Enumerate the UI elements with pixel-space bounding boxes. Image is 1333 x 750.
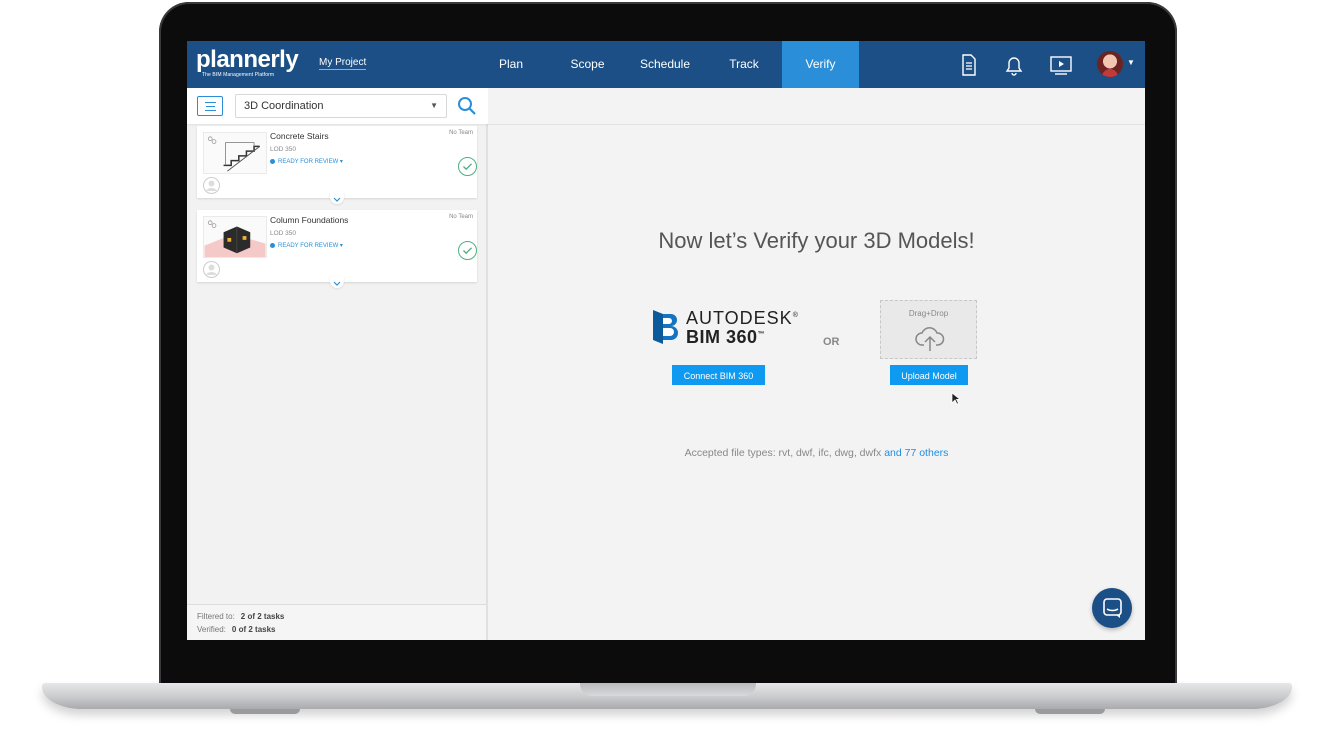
- avatar-caret-icon[interactable]: ▼: [1127, 58, 1135, 67]
- task-lod: LOD 350: [270, 230, 297, 237]
- expand-chevron-button[interactable]: [330, 192, 344, 204]
- project-link[interactable]: My Project: [319, 57, 367, 70]
- chevron-down-icon: [333, 197, 341, 202]
- user-avatar[interactable]: [1097, 51, 1123, 77]
- bim360-wordmark: BIM 360™: [686, 327, 765, 348]
- chevron-down-icon: [333, 281, 341, 286]
- divider: [488, 124, 1145, 125]
- autodesk-b-icon: [653, 310, 678, 344]
- page-title: Now let’s Verify your 3D Models!: [658, 228, 975, 253]
- cloud-upload-icon: [915, 327, 945, 351]
- status-dot-icon: [270, 242, 275, 248]
- filter-dropdown-value: 3D Coordination: [244, 100, 324, 112]
- filtered-label: Filtered to:: [197, 612, 235, 621]
- upload-model-button[interactable]: Upload Model: [890, 365, 968, 385]
- chevron-down-icon: ▼: [430, 101, 438, 110]
- laptop-notch: [580, 683, 756, 696]
- connect-bim360-button[interactable]: Connect BIM 360: [672, 365, 765, 385]
- task-status[interactable]: READY FOR REVIEW ▾: [270, 158, 343, 165]
- tab-schedule[interactable]: Schedule: [635, 41, 695, 88]
- document-icon[interactable]: [957, 53, 981, 77]
- laptop-foot: [230, 709, 300, 714]
- registered-mark: ®: [792, 312, 799, 319]
- task-title: Column Foundations: [270, 215, 349, 225]
- brand-wordmark: plannerly: [196, 46, 299, 73]
- verified-row: Verified: 0 of 2 tasks: [197, 625, 275, 634]
- task-status[interactable]: READY FOR REVIEW ▾: [270, 242, 343, 249]
- drag-drop-zone[interactable]: Drag+Drop: [880, 300, 977, 359]
- verified-label: Verified:: [197, 625, 226, 634]
- mouse-cursor-icon: [951, 392, 961, 405]
- tab-scope[interactable]: Scope: [563, 41, 612, 88]
- check-icon[interactable]: [458, 241, 477, 260]
- task-card[interactable]: Column Foundations LOD 350 READY FOR REV…: [197, 210, 477, 288]
- task-sidebar: 3D Coordination ▼ Concrete Stairs LOD 35…: [187, 88, 523, 640]
- app-screen: plannerly The BIM Management Platform My…: [187, 41, 1145, 640]
- brand-logo[interactable]: plannerly The BIM Management Platform: [196, 46, 299, 79]
- status-dot-icon: [270, 158, 275, 164]
- task-status-label: READY FOR REVIEW ▾: [278, 243, 343, 249]
- video-tutorial-icon[interactable]: [1049, 53, 1073, 77]
- filter-toolbar: 3D Coordination ▼: [187, 88, 523, 124]
- filter-dropdown[interactable]: 3D Coordination ▼: [235, 94, 447, 118]
- tab-verify[interactable]: Verify: [782, 41, 859, 88]
- chat-support-button[interactable]: [1092, 588, 1132, 628]
- task-title: Concrete Stairs: [270, 131, 329, 141]
- bell-icon[interactable]: [1002, 53, 1026, 77]
- autodesk-wordmark: AUTODESK®: [686, 308, 799, 329]
- verify-main-panel: Now let’s Verify your 3D Models! AUTODES…: [488, 88, 1145, 640]
- menu-line-icon: [205, 110, 216, 111]
- user-placeholder-icon[interactable]: [203, 261, 220, 278]
- expand-chevron-button[interactable]: [330, 276, 344, 288]
- top-navigation: plannerly The BIM Management Platform My…: [187, 41, 1145, 88]
- or-separator: OR: [823, 336, 840, 348]
- tab-track[interactable]: Track: [721, 41, 767, 88]
- task-status-label: READY FOR REVIEW ▾: [278, 159, 343, 165]
- accepted-file-types: Accepted file types: rvt, dwf, ifc, dwg,…: [488, 447, 1145, 459]
- filtered-value: 2 of 2 tasks: [240, 612, 285, 621]
- more-file-types-link[interactable]: and 77 others: [884, 447, 948, 459]
- autodesk-text: AUTODESK: [686, 308, 793, 328]
- trademark-mark: ™: [757, 331, 766, 338]
- drag-drop-label: Drag+Drop: [908, 309, 949, 318]
- accepted-text: Accepted file types: rvt, dwf, ifc, dwg,…: [684, 447, 882, 459]
- tab-plan[interactable]: Plan: [487, 41, 535, 88]
- task-lod: LOD 350: [270, 146, 297, 153]
- verified-value: 0 of 2 tasks: [231, 625, 276, 634]
- search-icon[interactable]: [457, 96, 477, 116]
- bim360-text: BIM 360: [686, 327, 758, 347]
- filter-summary: Filtered to: 2 of 2 tasks Verified: 0 of 2…: [187, 604, 486, 640]
- task-card[interactable]: Concrete Stairs LOD 350 READY FOR REVIEW…: [197, 126, 477, 204]
- chat-icon: [1103, 598, 1122, 618]
- menu-toggle-button[interactable]: [197, 96, 223, 116]
- bim360-logo: AUTODESK® BIM 360™: [651, 308, 798, 352]
- menu-line-icon: [206, 106, 215, 107]
- task-team: No Team: [449, 130, 473, 136]
- user-placeholder-icon[interactable]: [203, 177, 220, 194]
- filtered-row: Filtered to: 2 of 2 tasks: [197, 612, 284, 621]
- stairs-thumbnail: [203, 132, 267, 174]
- check-icon[interactable]: [458, 157, 477, 176]
- menu-line-icon: [205, 102, 216, 103]
- foundation-thumbnail: [203, 216, 267, 258]
- laptop-foot: [1035, 709, 1105, 714]
- task-team: No Team: [449, 214, 473, 220]
